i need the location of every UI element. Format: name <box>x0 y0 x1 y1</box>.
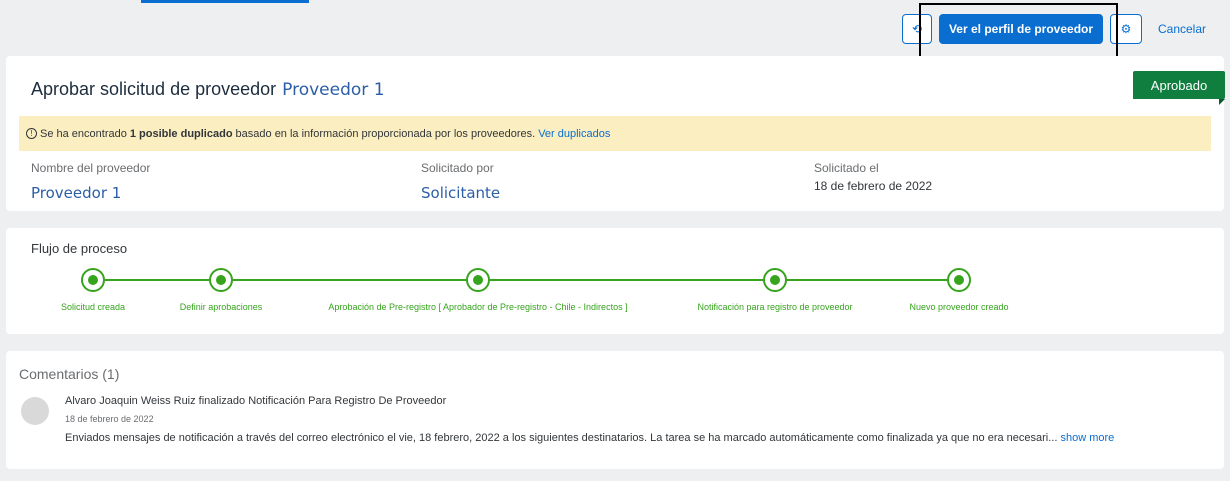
flow-step-node[interactable] <box>466 268 490 292</box>
comment-author: Alvaro Joaquin Weiss Ruiz finalizado Not… <box>65 395 447 407</box>
page-title-text: Aprobar solicitud de proveedor <box>31 79 277 99</box>
view-supplier-profile-button[interactable]: Ver el perfil de proveedor <box>939 14 1103 44</box>
comment-text: Enviados mensajes de notificación a trav… <box>65 432 1058 444</box>
process-flow-title: Flujo de proceso <box>31 241 128 256</box>
view-duplicates-link[interactable]: Ver duplicados <box>538 128 610 140</box>
comments-title: Comentarios (1) <box>19 366 120 382</box>
requester-link[interactable]: Solicitante <box>421 184 500 202</box>
requested-date-label: Solicitado el <box>814 161 879 175</box>
supplier-label: Nombre del proveedor <box>31 161 151 175</box>
settings-button[interactable]: ⚙ <box>1110 14 1142 44</box>
warning-prefix: Se ha encontrado <box>40 127 127 140</box>
flow-step-node[interactable] <box>81 268 105 292</box>
warning-suffix: basado en la información proporcionada p… <box>235 127 536 140</box>
warning-highlight: 1 posible duplicado <box>129 127 233 140</box>
flow-step-node[interactable] <box>763 268 787 292</box>
gear-icon: ⚙ <box>1120 22 1132 36</box>
cancel-button[interactable]: Cancelar <box>1150 14 1214 44</box>
warning-icon: ! <box>26 128 37 139</box>
requested-date-value: 18 de febrero de 2022 <box>814 179 933 193</box>
flow-step-label: Solicitud creada <box>60 302 126 312</box>
requester-field: Solicitado por Solicitante <box>421 161 500 202</box>
show-more-link[interactable]: show more <box>1060 432 1114 444</box>
requested-date-field: Solicitado el 18 de febrero de 2022 <box>814 161 932 193</box>
flow-step-label: Nuevo proveedor creado <box>909 302 1009 312</box>
comment-body: Enviados mensajes de notificación a trav… <box>65 432 1114 444</box>
avatar <box>21 397 49 425</box>
status-badge: Aprobado <box>1133 71 1225 99</box>
flow-step-label: Notificación para registro de proveedor <box>697 302 853 312</box>
duplicate-warning: ! Se ha encontrado 1 posible duplicado b… <box>19 116 1211 151</box>
comment-date: 18 de febrero de 2022 <box>65 414 154 424</box>
flow-step-label: Aprobación de Pre-registro [ Aprobador d… <box>328 302 628 312</box>
supplier-field: Nombre del proveedor Proveedor 1 <box>31 161 150 202</box>
flow-step-node[interactable] <box>209 268 233 292</box>
status-badge-tail <box>1219 99 1225 105</box>
refresh-icon: ⟲ <box>911 22 923 36</box>
process-flow-card: Flujo de proceso Solicitud creada Defini… <box>6 228 1224 334</box>
request-header-card: Aprobar solicitud de proveedor Proveedor … <box>6 56 1224 211</box>
page-title: Aprobar solicitud de proveedor Proveedor … <box>31 79 385 100</box>
page-title-subject[interactable]: Proveedor 1 <box>282 80 384 100</box>
active-tab-indicator <box>141 0 309 3</box>
requester-label: Solicitado por <box>421 161 494 175</box>
flow-step-label: Definir aprobaciones <box>179 302 263 312</box>
comments-card: Comentarios (1) Alvaro Joaquin Weiss Rui… <box>6 351 1224 469</box>
supplier-name-link[interactable]: Proveedor 1 <box>31 184 150 202</box>
refresh-button[interactable]: ⟲ <box>902 14 932 44</box>
flow-step-node[interactable] <box>947 268 971 292</box>
